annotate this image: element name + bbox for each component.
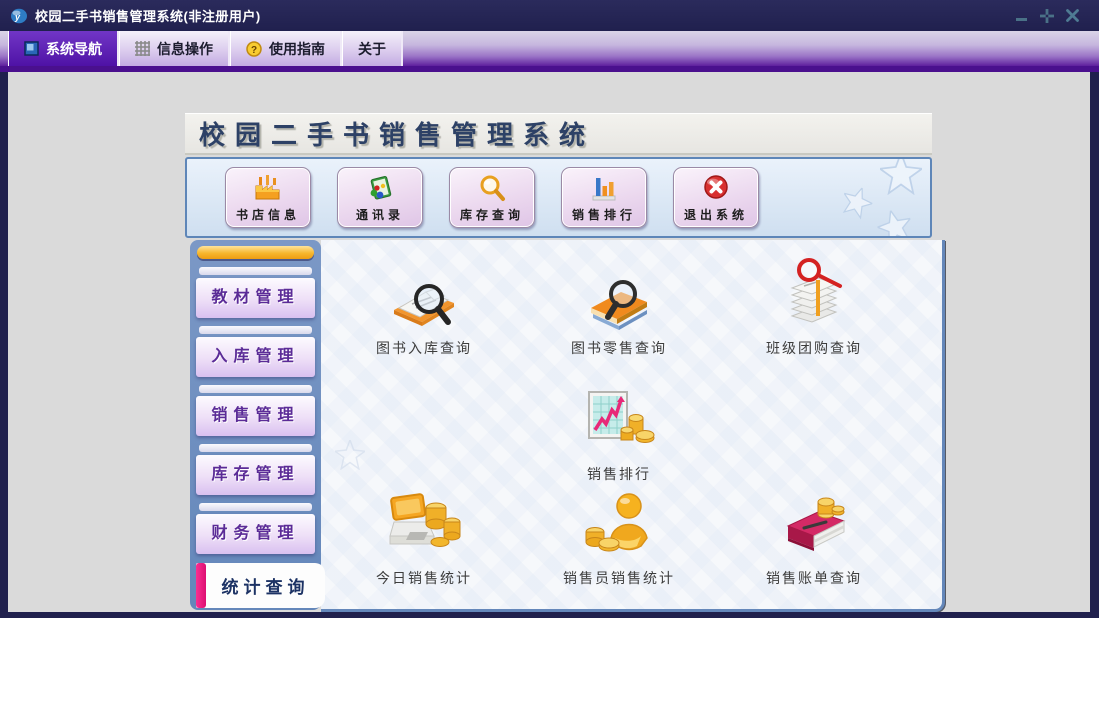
- toolbar-button-label: 销售排行: [571, 208, 636, 222]
- bookstore-factory-icon: [253, 172, 283, 204]
- sidebar-active-label: 统计查询: [221, 578, 310, 597]
- shortcut-label: 销售排行: [587, 466, 651, 482]
- toolbar-button-label: 通讯录: [355, 208, 404, 222]
- tab-label: 使用指南: [269, 40, 325, 57]
- shortcut-class-groupbuy-query[interactable]: 班级团购查询: [719, 252, 909, 358]
- decor-star-icon: [335, 440, 365, 470]
- sidebar-item-finance-management[interactable]: 财务管理: [196, 514, 315, 554]
- active-item-indicator: [196, 563, 206, 608]
- sidebar-separator: [199, 385, 312, 393]
- sidebar-item-inventory-management[interactable]: 库存管理: [196, 455, 315, 495]
- tab-information-operations[interactable]: 信息操作: [119, 31, 230, 66]
- sidebar-top-bar: [197, 246, 314, 259]
- paper-stack-search-icon: [719, 252, 909, 332]
- shortcut-salesperson-sales-statistics[interactable]: 销售员销售统计: [524, 482, 714, 588]
- shortcut-label: 今日销售统计: [376, 570, 472, 586]
- bar-chart-icon: [589, 172, 619, 204]
- book-search-icon: [524, 252, 714, 332]
- sidebar-item-statistics-query[interactable]: 统计查询: [196, 563, 325, 608]
- exit-red-x-icon: [701, 172, 731, 204]
- banner: 校园二手书销售管理系统: [185, 113, 932, 155]
- shortcut-today-sales-statistics[interactable]: 今日销售统计: [329, 482, 519, 588]
- sidebar-item-inbound-management[interactable]: 入库管理: [196, 337, 315, 377]
- shortcut-book-retail-query[interactable]: 图书零售查询: [524, 252, 714, 358]
- minimize-button[interactable]: [1015, 9, 1029, 23]
- address-book-button[interactable]: 通讯录: [337, 167, 423, 228]
- shortcut-sales-ranking[interactable]: 销售排行: [524, 378, 714, 484]
- shortcut-label: 销售员销售统计: [563, 570, 675, 586]
- shortcut-book-inbound-query[interactable]: 图书入库查询: [329, 252, 519, 358]
- exit-system-button[interactable]: 退出系统: [673, 167, 759, 228]
- tab-label: 系统导航: [46, 40, 102, 57]
- blue-square-icon: [24, 41, 39, 56]
- title-bar: y 校园二手书销售管理系统(非注册用户): [0, 0, 1099, 31]
- toolbar-button-label: 退出系统: [683, 208, 748, 222]
- menu-tab-bar: 系统导航 信息操作 ? 使用指南 关于: [0, 31, 1099, 66]
- ledger-coins-icon: [719, 482, 909, 562]
- toolbar-button-label: 书店信息: [235, 208, 300, 222]
- sidebar-separator: [199, 444, 312, 452]
- salesperson-coins-icon: [524, 482, 714, 562]
- window-title: 校园二手书销售管理系统(非注册用户): [35, 9, 261, 24]
- bookstore-info-button[interactable]: 书店信息: [225, 167, 311, 228]
- document-search-icon: [329, 252, 519, 332]
- tab-about[interactable]: 关于: [342, 31, 403, 66]
- tab-user-guide[interactable]: ? 使用指南: [230, 31, 342, 66]
- sidebar-item-sales-management[interactable]: 销售管理: [196, 396, 315, 436]
- magnifier-icon: [477, 172, 507, 204]
- svg-text:?: ?: [251, 45, 257, 56]
- shortcut-label: 图书入库查询: [376, 340, 472, 356]
- app-logo-icon: y: [11, 8, 27, 23]
- toolbar-panel: 书店信息 通讯录 库存查询 销售排行 退出系统: [185, 157, 932, 238]
- svg-text:y: y: [14, 12, 21, 22]
- sidebar-separator: [199, 503, 312, 511]
- address-book-icon: [365, 172, 395, 204]
- grid-icon: [135, 41, 150, 56]
- sidebar: 教材管理 入库管理 销售管理 库存管理 财务管理 统计查询: [190, 240, 325, 610]
- tab-system-navigation[interactable]: 系统导航: [8, 31, 119, 66]
- inventory-query-button[interactable]: 库存查询: [449, 167, 535, 228]
- main-area: 校园二手书销售管理系统 书店信息 通讯录 库存查询 销售排行 退出系统 教材管理…: [8, 72, 1090, 612]
- desktop-background: [0, 618, 1099, 723]
- cash-register-coins-icon: [329, 482, 519, 562]
- shortcut-label: 班级团购查询: [766, 340, 862, 356]
- sidebar-separator: [199, 267, 312, 275]
- close-button[interactable]: [1065, 9, 1079, 23]
- sidebar-item-textbook-management[interactable]: 教材管理: [196, 278, 315, 318]
- help-coin-icon: ?: [246, 40, 262, 57]
- chart-coins-icon: [524, 378, 714, 458]
- decor-star-icon: [842, 186, 875, 220]
- decor-star-icon: [875, 208, 913, 236]
- toolbar-button-label: 库存查询: [459, 208, 524, 222]
- banner-title: 校园二手书销售管理系统: [199, 120, 596, 150]
- content-area: 图书入库查询 图书零售查询 班级团购查询 销售排行 今日销售统计 销售员销售统计…: [321, 240, 945, 612]
- tab-label: 信息操作: [157, 40, 213, 57]
- sidebar-separator: [199, 326, 312, 334]
- tab-label: 关于: [358, 40, 386, 57]
- shortcut-label: 销售账单查询: [766, 570, 862, 586]
- decor-star-icon: [880, 159, 922, 195]
- shortcut-sales-bill-query[interactable]: 销售账单查询: [719, 482, 909, 588]
- shortcut-label: 图书零售查询: [571, 340, 667, 356]
- maximize-button[interactable]: [1040, 8, 1054, 23]
- sales-ranking-button[interactable]: 销售排行: [561, 167, 647, 228]
- app-window: y 校园二手书销售管理系统(非注册用户) 系统导航 信息操作 ? 使用指南 关于…: [0, 0, 1099, 618]
